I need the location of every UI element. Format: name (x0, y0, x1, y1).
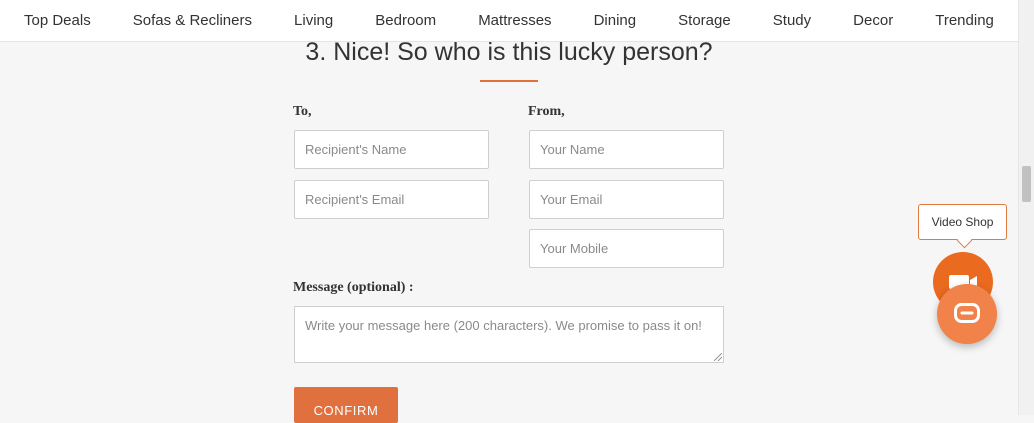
nav-trending[interactable]: Trending (935, 12, 994, 29)
nav-top-deals[interactable]: Top Deals (24, 12, 91, 29)
message-label: Message (optional) : (293, 280, 414, 295)
nav-dining[interactable]: Dining (594, 12, 637, 29)
your-mobile-input[interactable] (529, 229, 724, 268)
tooltip-pointer (956, 232, 973, 249)
textarea-resize-handle[interactable] (714, 353, 722, 361)
your-email-input[interactable] (529, 180, 724, 219)
title-underline (480, 80, 538, 82)
nav-decor[interactable]: Decor (853, 12, 893, 29)
top-navigation: Top Deals Sofas & Recliners Living Bedro… (0, 0, 1018, 42)
to-label: To, (293, 104, 312, 119)
nav-study[interactable]: Study (773, 12, 811, 29)
nav-living[interactable]: Living (294, 12, 333, 29)
your-name-input[interactable] (529, 130, 724, 169)
nav-storage[interactable]: Storage (678, 12, 731, 29)
chat-bubble-icon (954, 303, 980, 323)
video-shop-label: Video Shop (931, 215, 994, 229)
chat-button[interactable] (937, 284, 997, 344)
from-label: From, (528, 104, 565, 119)
video-shop-tooltip[interactable]: Video Shop (918, 204, 1007, 249)
scrollbar-thumb[interactable] (1022, 166, 1031, 202)
recipient-email-input[interactable] (294, 180, 489, 219)
page-scrollbar[interactable] (1018, 0, 1034, 415)
nav-sofas-recliners[interactable]: Sofas & Recliners (133, 12, 252, 29)
section-title: 3. Nice! So who is this lucky person? (305, 38, 713, 66)
recipient-name-input[interactable] (294, 130, 489, 169)
message-textarea[interactable] (294, 306, 724, 363)
nav-bedroom[interactable]: Bedroom (375, 12, 436, 29)
nav-mattresses[interactable]: Mattresses (478, 12, 551, 29)
confirm-button[interactable]: CONFIRM (294, 387, 398, 423)
